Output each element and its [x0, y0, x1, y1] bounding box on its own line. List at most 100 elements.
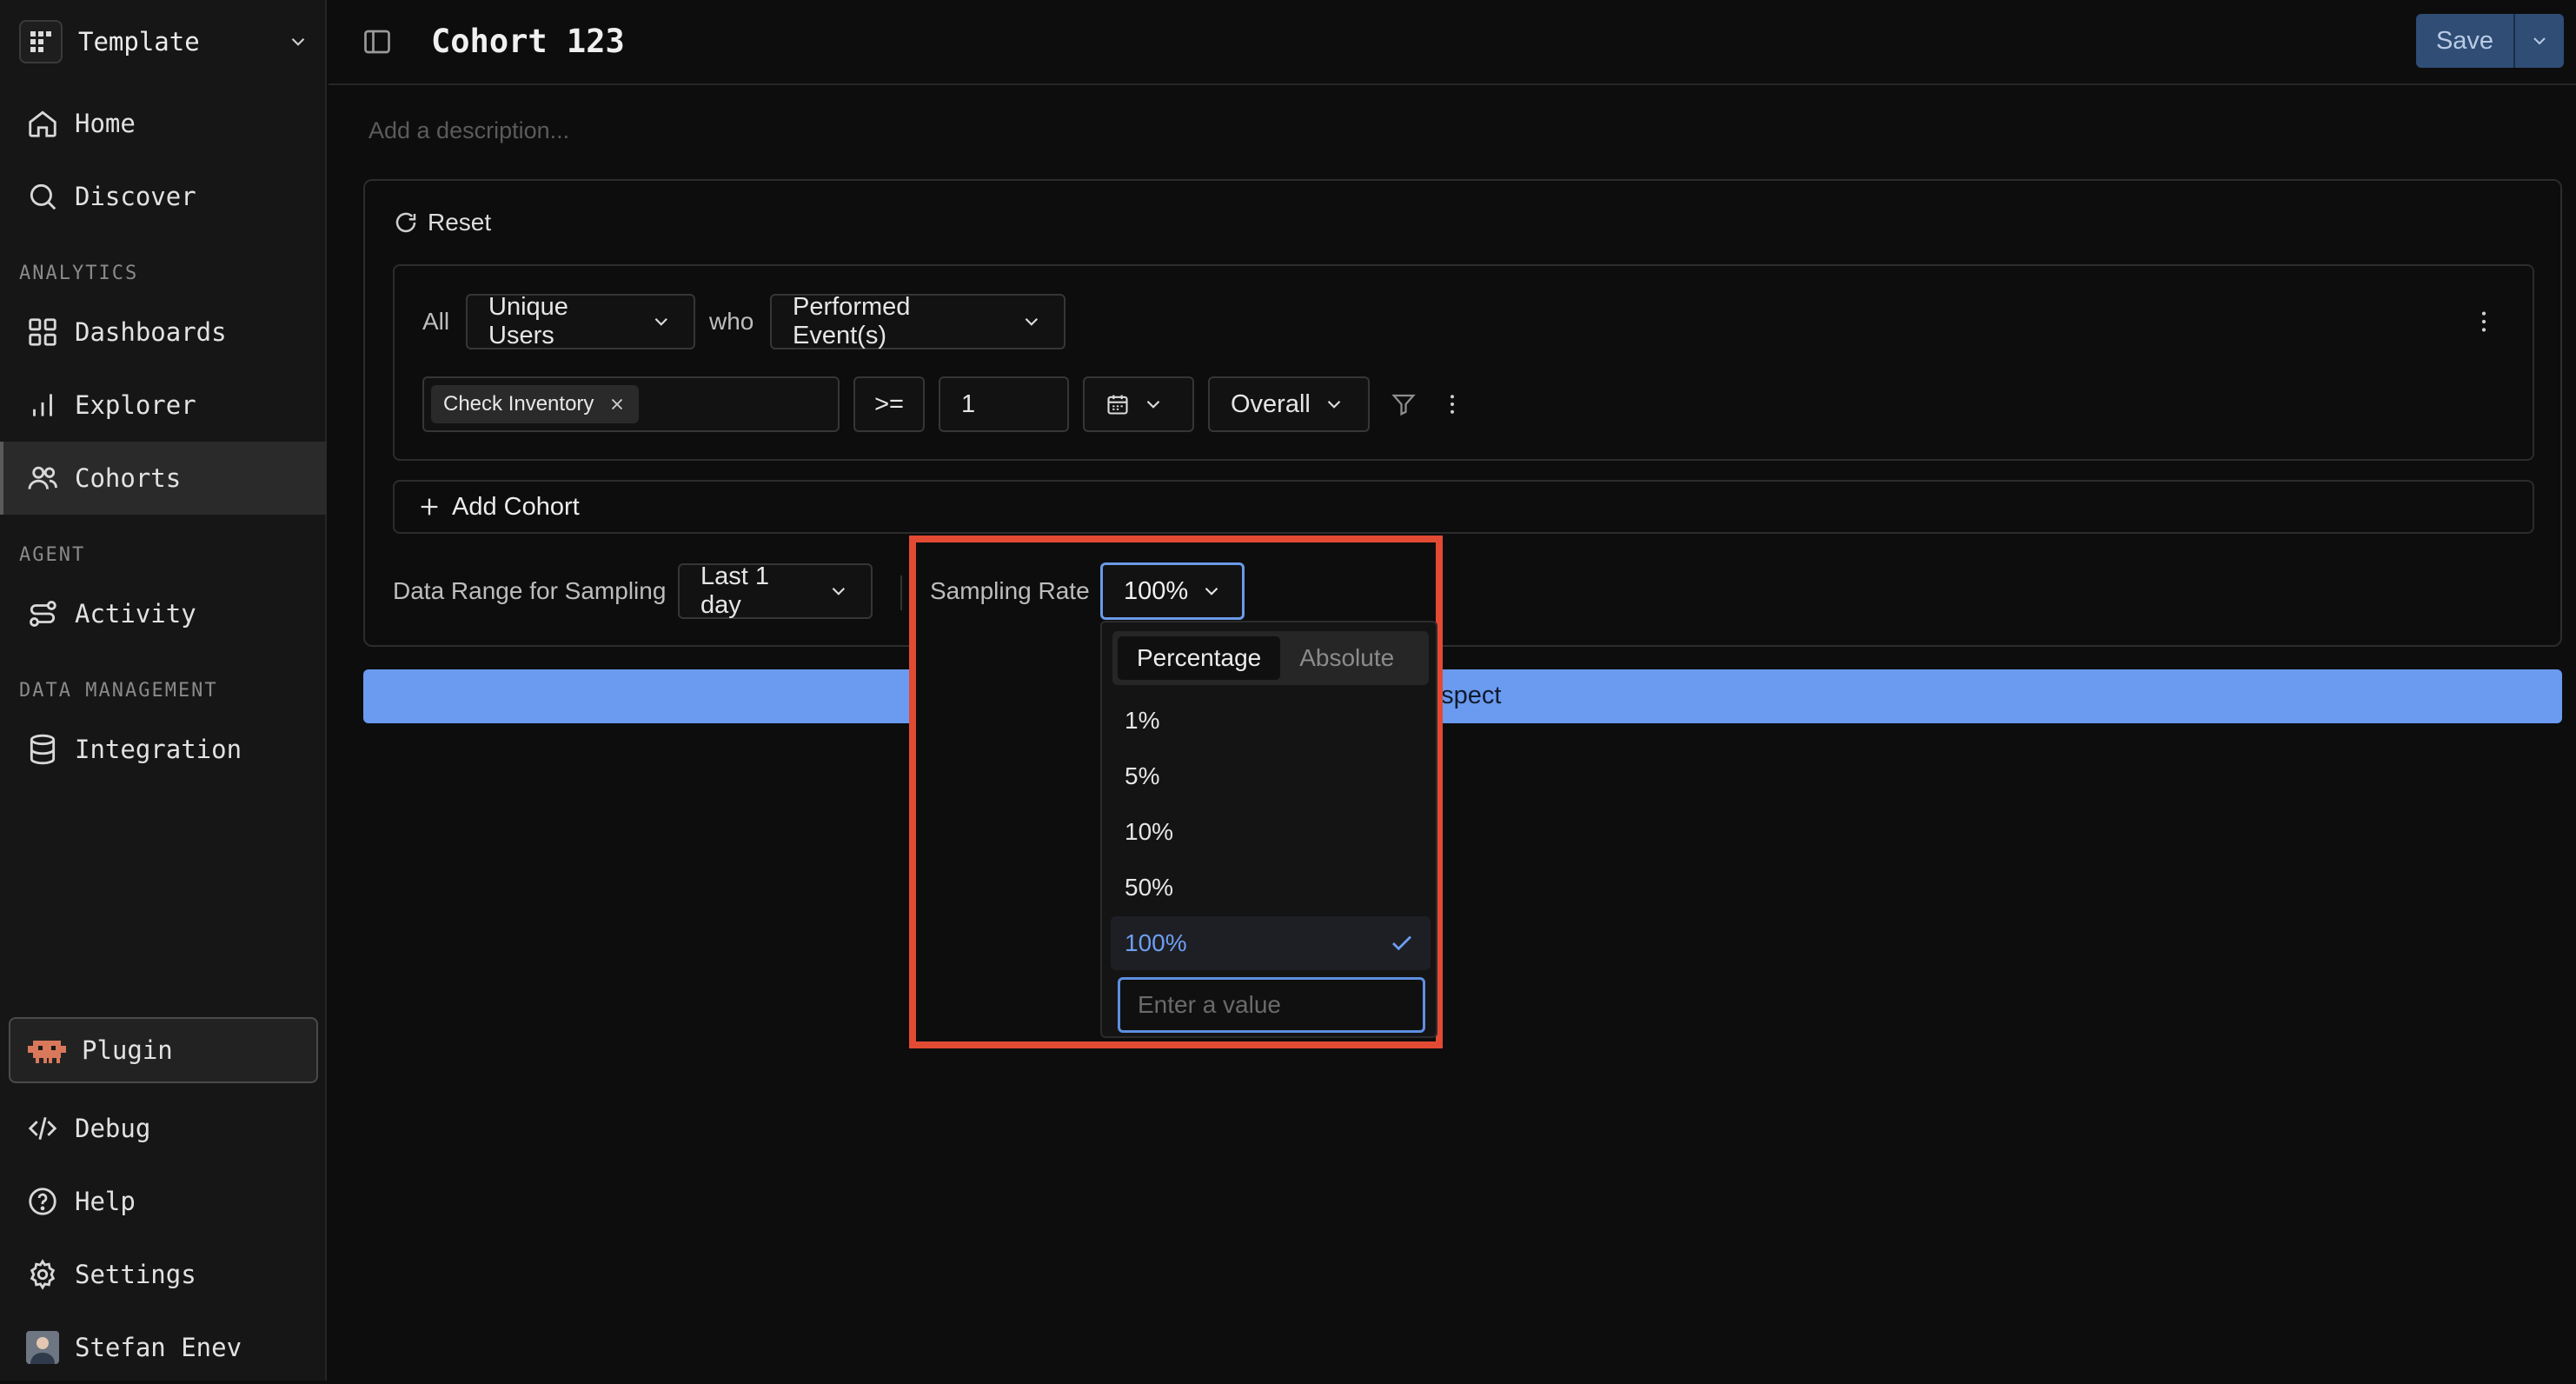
- sidebar-item-label: Help: [75, 1187, 136, 1216]
- chevron-down-icon: [2533, 37, 2546, 45]
- inspect-button[interactable]: nspect: [363, 669, 2562, 723]
- sidebar-item-dashboards[interactable]: Dashboards: [0, 296, 327, 369]
- mode-percentage-tab[interactable]: Percentage: [1118, 636, 1281, 680]
- sidebar-item-profile[interactable]: Stefan Enev: [0, 1311, 327, 1384]
- date-range-dropdown[interactable]: [1083, 376, 1194, 432]
- workspace-name: Template: [78, 27, 200, 57]
- bar-chart-icon: [33, 394, 52, 416]
- chevron-down-icon: [1205, 587, 1218, 596]
- sidebar-item-cohorts[interactable]: Cohorts: [0, 442, 327, 515]
- sidebar-item-label: Stefan Enev: [75, 1333, 242, 1362]
- save-button-group: Save: [2416, 14, 2564, 68]
- rate-option-50[interactable]: 50%: [1111, 861, 1431, 915]
- sidebar-item-settings[interactable]: Settings: [0, 1238, 327, 1311]
- sidebar-item-integration[interactable]: Integration: [0, 713, 327, 786]
- section-label-data-management: DATA MANAGEMENT: [19, 680, 218, 702]
- calendar-icon: [1107, 395, 1128, 415]
- add-cohort-label: Add Cohort: [452, 492, 580, 521]
- gear-icon: [30, 1259, 56, 1290]
- sampling-rate-menu: Percentage Absolute 1% 5% 10% 50% 100%: [1100, 621, 1437, 1038]
- operator-value: >=: [874, 389, 904, 418]
- sidebar-item-label: Explorer: [75, 390, 196, 420]
- sidebar-item-activity[interactable]: Activity: [0, 577, 327, 650]
- event-chip-label: Check Inventory: [443, 392, 594, 416]
- home-icon: [29, 110, 56, 137]
- sidebar-item-help[interactable]: Help: [0, 1165, 327, 1238]
- sidebar-item-plugin[interactable]: Plugin: [9, 1017, 318, 1083]
- chevron-down-icon: [291, 37, 305, 46]
- add-cohort-button[interactable]: Add Cohort: [393, 480, 2534, 534]
- custom-rate-input[interactable]: [1118, 977, 1425, 1033]
- check-icon: [1392, 935, 1411, 951]
- sidebar-item-label: Activity: [75, 599, 196, 629]
- sidebar-toggle-icon[interactable]: [362, 26, 393, 57]
- dashboard-icon: [29, 318, 56, 346]
- who-label: who: [709, 308, 754, 335]
- sidebar-item-home[interactable]: Home: [0, 87, 327, 160]
- sampling-range-label: Data Range for Sampling: [393, 577, 667, 604]
- plus-icon: [421, 498, 438, 516]
- subject-value: Unique Users: [488, 293, 568, 349]
- refresh-icon: [395, 212, 416, 233]
- help-icon: [29, 1188, 56, 1215]
- sidebar-item-label: Settings: [75, 1260, 196, 1289]
- sidebar-item-debug[interactable]: Debug: [0, 1092, 327, 1165]
- sampling-rate-dropdown[interactable]: 100%: [1100, 562, 1245, 620]
- more-vertical-icon[interactable]: [1439, 391, 1465, 417]
- chevron-down-icon: [1146, 400, 1160, 409]
- rate-option-5[interactable]: 5%: [1111, 749, 1431, 803]
- event-chip: Check Inventory: [431, 385, 640, 423]
- sidebar-item-label: Plugin: [82, 1035, 173, 1065]
- more-vertical-icon[interactable]: [2470, 308, 2498, 336]
- sampling-range-dropdown[interactable]: Last 1 day: [678, 562, 873, 619]
- top-bar: Cohort 123 Save: [329, 0, 2576, 85]
- reset-button[interactable]: Reset: [393, 209, 491, 236]
- sidebar-item-label: Discover: [75, 182, 196, 211]
- sidebar-item-label: Home: [75, 109, 136, 138]
- aggregation-value: Overall: [1231, 389, 1311, 418]
- workspace-logo-icon: [19, 20, 63, 63]
- sidebar-item-discover[interactable]: Discover: [0, 160, 327, 233]
- threshold-value: 1: [961, 389, 976, 418]
- plugin-icon: [28, 1041, 66, 1063]
- rate-option-10[interactable]: 10%: [1111, 805, 1431, 859]
- threshold-input[interactable]: 1: [939, 376, 1069, 432]
- rate-option-1[interactable]: 1%: [1111, 694, 1431, 748]
- section-label-analytics: ANALYTICS: [19, 263, 139, 284]
- aggregation-dropdown[interactable]: Overall: [1208, 376, 1370, 432]
- mode-absolute-tab[interactable]: Absolute: [1280, 636, 1413, 680]
- rate-option-label: 100%: [1125, 929, 1187, 956]
- database-icon: [30, 734, 56, 765]
- description-input[interactable]: Add a description...: [368, 117, 569, 144]
- rate-option-100[interactable]: 100%: [1111, 916, 1431, 970]
- sidebar-item-explorer[interactable]: Explorer: [0, 369, 327, 442]
- chevron-down-icon: [1025, 318, 1039, 326]
- condition-value: Performed Event(s): [793, 293, 911, 349]
- sidebar-item-label: Integration: [75, 735, 242, 764]
- page-title: Cohort 123: [431, 23, 625, 60]
- operator-dropdown[interactable]: >=: [853, 376, 925, 432]
- workspace-switcher[interactable]: Template: [19, 17, 309, 66]
- subject-dropdown[interactable]: Unique Users: [466, 293, 695, 349]
- code-icon: [28, 1116, 57, 1141]
- users-icon: [28, 466, 57, 489]
- chevron-down-icon: [832, 588, 846, 596]
- divider: [900, 576, 902, 610]
- sampling-rate-value: 100%: [1124, 576, 1189, 605]
- sampling-rate-label: Sampling Rate: [930, 577, 1090, 604]
- close-icon[interactable]: [607, 395, 627, 414]
- avatar: [26, 1331, 59, 1364]
- save-options-button[interactable]: [2515, 14, 2564, 68]
- save-button[interactable]: Save: [2416, 14, 2515, 68]
- sidebar: Template Home Discover ANALYTICS Dashboa…: [0, 0, 327, 1381]
- sidebar-item-label: Cohorts: [75, 463, 182, 493]
- reset-label: Reset: [428, 209, 492, 236]
- sampling-range-value: Last 1 day: [700, 562, 769, 619]
- condition-dropdown[interactable]: Performed Event(s): [770, 293, 1066, 349]
- filter-icon[interactable]: [1391, 391, 1417, 417]
- chevron-down-icon: [1327, 400, 1341, 409]
- sampling-mode-toggle: Percentage Absolute: [1112, 631, 1429, 685]
- chevron-down-icon: [655, 318, 668, 326]
- sidebar-item-label: Dashboards: [75, 317, 227, 347]
- all-label: All: [422, 308, 450, 335]
